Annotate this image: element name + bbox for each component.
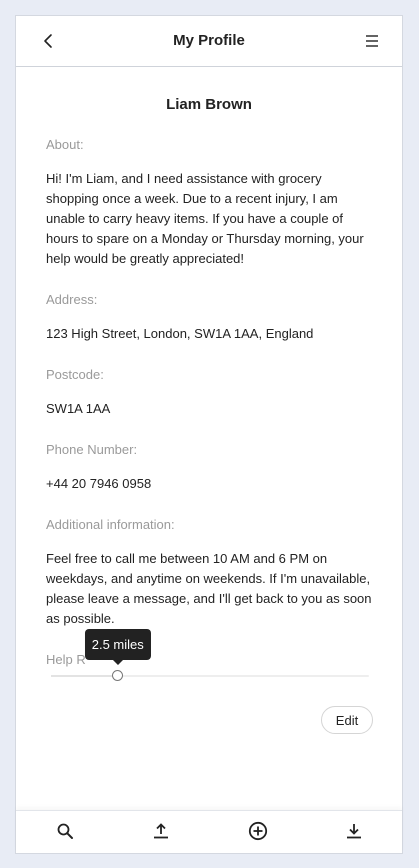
phone-label: Phone Number:	[46, 442, 138, 457]
nav-add-button[interactable]	[246, 819, 270, 843]
about-text: Hi! I'm Liam, and I need assistance with…	[46, 171, 364, 266]
app-header: My Profile	[16, 16, 402, 67]
phone-value: +44 20 7946 0958	[46, 476, 152, 491]
about-label: About:	[46, 137, 84, 152]
menu-button[interactable]	[360, 29, 384, 53]
profile-content: Liam Brown About: Hi! I'm Liam, and I ne…	[46, 66, 372, 669]
slider-thumb[interactable]	[111, 670, 123, 681]
download-icon	[347, 824, 361, 839]
help-radius-slider[interactable]	[51, 668, 369, 684]
add-circle-icon	[248, 821, 268, 841]
additional-info-text: Feel free to call me between 10 AM and 6…	[46, 551, 372, 626]
additional-info-label: Additional information:	[46, 517, 175, 532]
address-label: Address:	[46, 292, 98, 307]
phone-frame: My Profile Liam Brown About: Hi! I'm Lia…	[15, 15, 403, 854]
postcode-value: SW1A 1AA	[46, 401, 111, 416]
edit-button[interactable]: Edit	[321, 706, 373, 734]
profile-name: Liam Brown	[166, 96, 252, 113]
nav-upload-button[interactable]	[149, 819, 173, 843]
nav-download-button[interactable]	[342, 819, 366, 843]
hamburger-menu-icon	[366, 35, 378, 47]
address-value: 123 High Street, London, SW1A 1AA, Engla…	[46, 326, 314, 341]
slider-fill	[51, 675, 118, 677]
postcode-label: Postcode:	[46, 367, 104, 382]
upload-icon	[154, 823, 168, 839]
nav-search-button[interactable]	[53, 819, 77, 843]
page-title: My Profile	[173, 32, 245, 49]
bottom-nav	[16, 810, 402, 853]
search-icon	[57, 823, 73, 839]
help-radius-tooltip: 2.5 miles	[84, 629, 151, 665]
